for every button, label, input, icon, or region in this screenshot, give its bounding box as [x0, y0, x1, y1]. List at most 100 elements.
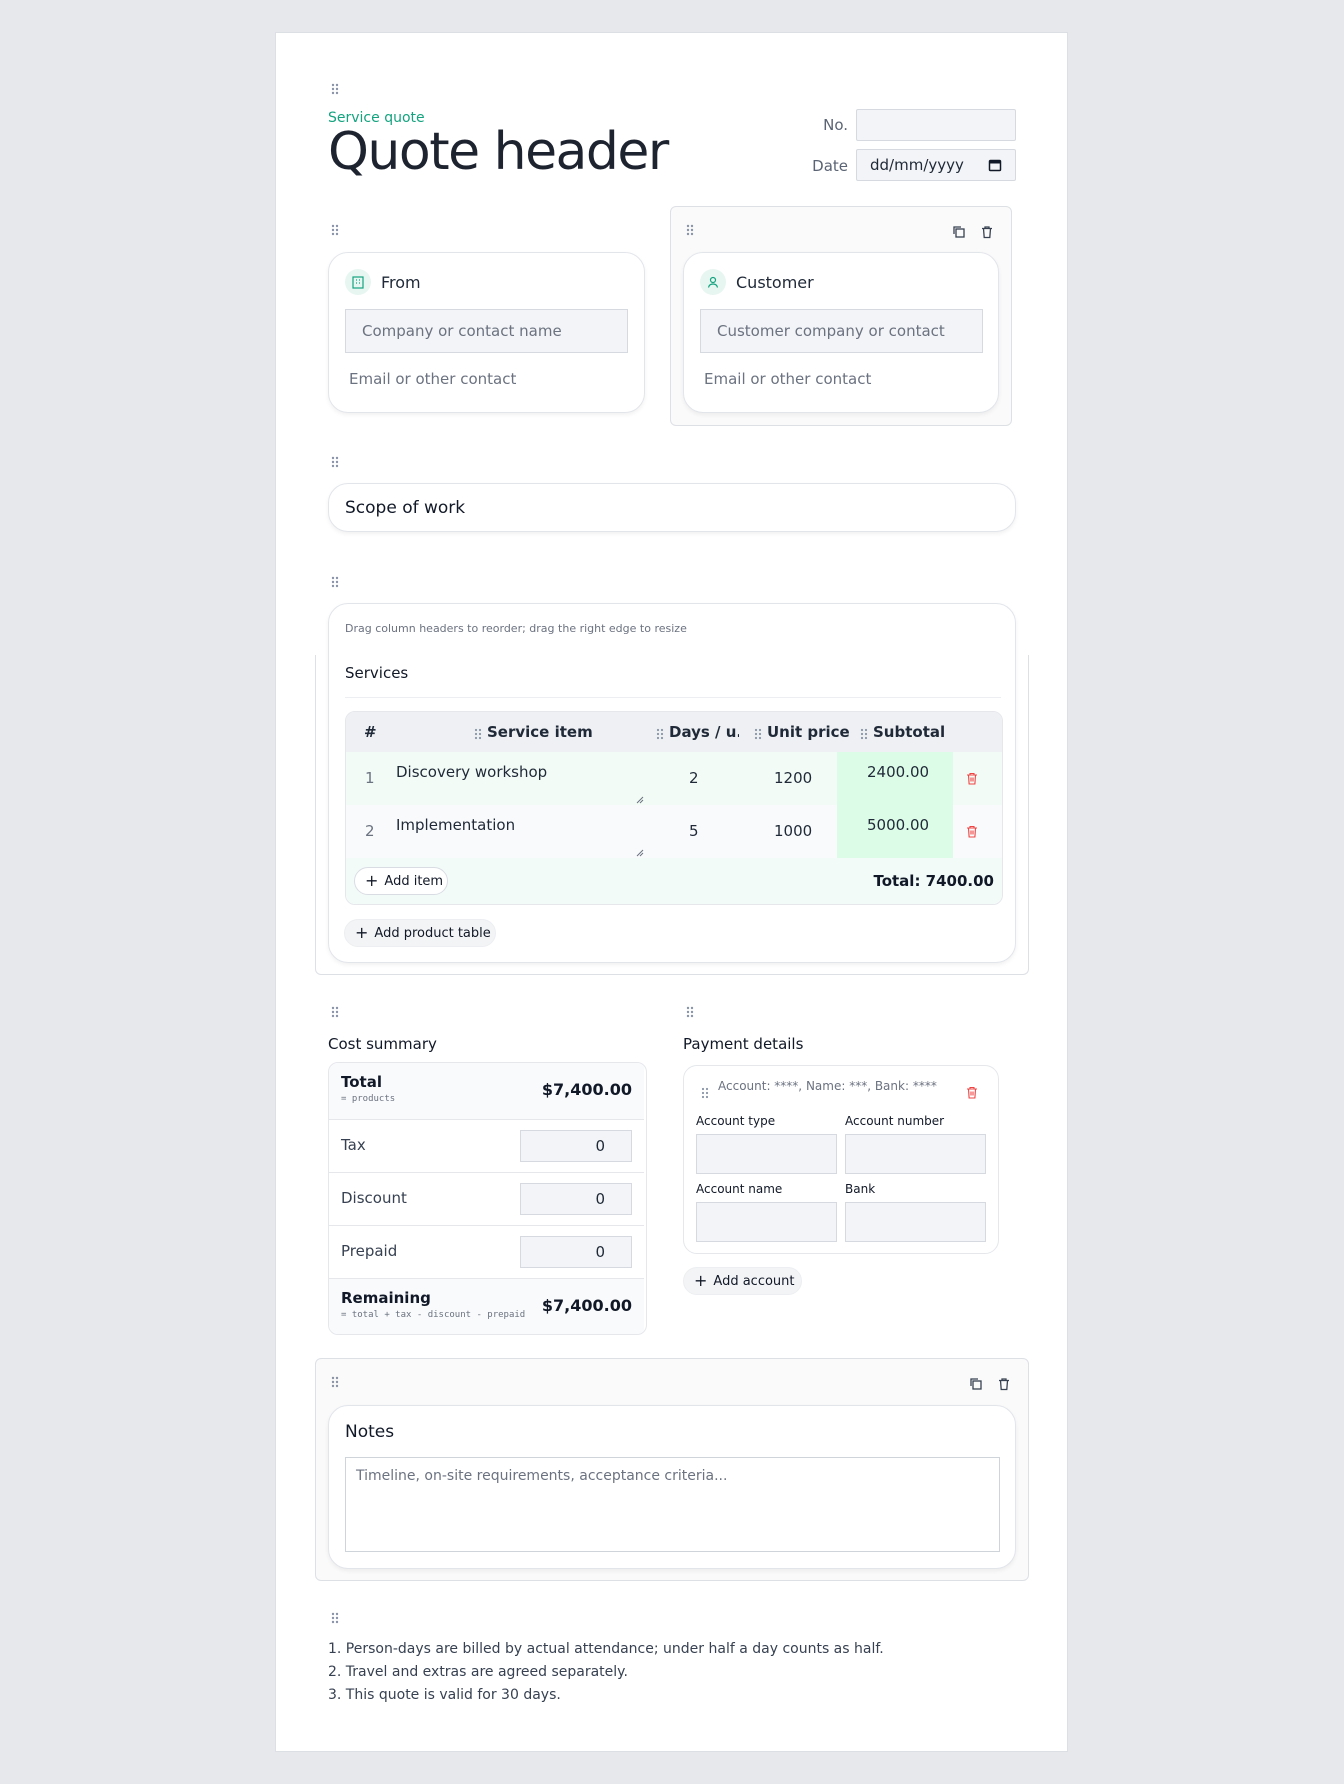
col-header-number[interactable]: #: [364, 723, 377, 741]
drag-handle-icon[interactable]: [686, 224, 696, 238]
bank-input[interactable]: [845, 1202, 986, 1242]
services-table: # Service item Days / u... Unit price Su…: [345, 711, 1003, 905]
terms-item[interactable]: 3. This quote is valid for 30 days.: [328, 1684, 561, 1707]
notes-title: Notes: [345, 1422, 395, 1442]
plus-icon: +: [355, 923, 369, 942]
table-footer: + Add item Total: 7400.00: [346, 858, 1002, 904]
page-title[interactable]: Quote header: [328, 122, 669, 182]
drag-handle-icon[interactable]: [656, 725, 664, 744]
drag-handle-icon[interactable]: [474, 725, 482, 744]
copy-icon[interactable]: [952, 224, 966, 238]
row-number: 2: [365, 822, 375, 840]
drag-handle-icon[interactable]: [331, 224, 341, 238]
row-number: 1: [365, 769, 375, 787]
account-number-label: Account number: [845, 1114, 945, 1128]
days-input[interactable]: 5: [689, 822, 699, 840]
table-row: 2 Implementation 5 1000 5000.00: [346, 805, 1002, 859]
subtotal-value: 5000.00: [867, 816, 930, 834]
summary-tax-row: Tax 0: [329, 1119, 644, 1172]
summary-prepaid-row: Prepaid 0: [329, 1225, 644, 1278]
date-input[interactable]: dd/mm/yyyy: [856, 149, 1016, 181]
drag-handle-icon[interactable]: [686, 1006, 696, 1020]
summary-discount-label: Discount: [341, 1189, 407, 1207]
quote-number-label: No.: [823, 116, 848, 134]
account-number-input[interactable]: [845, 1134, 986, 1174]
divider: [345, 697, 1001, 698]
plus-icon: +: [694, 1271, 708, 1290]
customer-contact-input[interactable]: Email or other contact: [704, 370, 871, 388]
copy-icon[interactable]: [969, 1376, 983, 1390]
discount-input[interactable]: 0: [520, 1183, 632, 1215]
col-header-unit-price[interactable]: Unit price: [767, 723, 850, 741]
payment-account-card: Account: ****, Name: ***, Bank: **** Acc…: [683, 1065, 999, 1254]
building-icon: [345, 269, 371, 295]
notes-textarea[interactable]: Timeline, on-site requirements, acceptan…: [345, 1457, 1000, 1552]
plus-icon: +: [365, 871, 379, 890]
drag-handle-icon[interactable]: [331, 1006, 341, 1020]
services-total: Total: 7400.00: [873, 872, 994, 890]
customer-name-input[interactable]: Customer company or contact: [700, 309, 983, 353]
delete-row-icon[interactable]: [966, 823, 978, 842]
account-type-input[interactable]: [696, 1134, 837, 1174]
account-name-input[interactable]: [696, 1202, 837, 1242]
delete-row-icon[interactable]: [966, 770, 978, 789]
summary-total-formula: = products: [341, 1094, 396, 1104]
add-product-table-label: Add product table: [374, 925, 491, 941]
drag-handle-icon[interactable]: [860, 725, 868, 744]
notes-card: Notes Timeline, on-site requirements, ac…: [328, 1405, 1016, 1569]
summary-remaining-label: Remaining: [341, 1289, 431, 1307]
date-input-value: dd/mm/yyyy: [870, 156, 964, 174]
prepaid-input[interactable]: 0: [520, 1236, 632, 1268]
scope-of-work-title: Scope of work: [345, 498, 466, 518]
delete-account-icon[interactable]: [966, 1084, 978, 1103]
add-item-button[interactable]: + Add item: [354, 867, 448, 895]
unit-price-input[interactable]: 1000: [774, 822, 812, 840]
service-item-input[interactable]: Discovery workshop: [396, 763, 547, 781]
days-input[interactable]: 2: [689, 769, 699, 787]
tax-input[interactable]: 0: [520, 1130, 632, 1162]
add-account-button[interactable]: + Add account: [683, 1267, 802, 1295]
notes-placeholder: Timeline, on-site requirements, acceptan…: [356, 1468, 728, 1484]
from-name-input[interactable]: Company or contact name: [345, 309, 628, 353]
unit-price-input[interactable]: 1200: [774, 769, 812, 787]
summary-total-label: Total: [341, 1073, 382, 1091]
calendar-icon[interactable]: [988, 157, 1002, 176]
add-account-label: Add account: [713, 1273, 795, 1289]
drag-handle-icon[interactable]: [754, 725, 762, 744]
table-row: 1 Discovery workshop 2 1200 2400.00: [346, 752, 1002, 806]
account-name-label: Account name: [696, 1182, 783, 1196]
from-contact-input[interactable]: Email or other contact: [349, 370, 516, 388]
services-title: Services: [345, 664, 409, 682]
service-item-input[interactable]: Implementation: [396, 816, 515, 834]
customer-name-placeholder: Customer company or contact: [717, 322, 945, 340]
terms-item[interactable]: 2. Travel and extras are agreed separate…: [328, 1661, 628, 1684]
account-type-label: Account type: [696, 1114, 776, 1128]
drag-handle-icon[interactable]: [331, 456, 341, 470]
col-header-subtotal[interactable]: Subtotal: [873, 723, 945, 741]
summary-total-row: Total = products $7,400.00: [329, 1063, 644, 1119]
scope-of-work-field[interactable]: Scope of work: [328, 483, 1016, 532]
drag-handle-icon[interactable]: [331, 83, 341, 97]
add-product-table-button[interactable]: + Add product table: [344, 919, 496, 947]
subtotal-cell: 2400.00: [837, 752, 953, 805]
from-name-placeholder: Company or contact name: [362, 322, 562, 340]
summary-prepaid-label: Prepaid: [341, 1242, 398, 1260]
summary-discount-row: Discount 0: [329, 1172, 644, 1225]
account-summary: Account: ****, Name: ***, Bank: ****: [718, 1079, 937, 1093]
summary-total-value: $7,400.00: [541, 1080, 632, 1099]
summary-remaining-value: $7,400.00: [541, 1296, 632, 1315]
trash-icon[interactable]: [980, 224, 994, 239]
col-header-service-item[interactable]: Service item: [487, 723, 593, 741]
terms-item[interactable]: 1. Person-days are billed by actual atte…: [328, 1638, 884, 1661]
from-card: From Company or contact name Email or ot…: [328, 252, 645, 413]
col-header-days[interactable]: Days / u...: [669, 723, 739, 741]
date-label: Date: [812, 157, 848, 175]
drag-handle-icon[interactable]: [331, 576, 341, 590]
drag-handle-icon[interactable]: [701, 1084, 709, 1103]
drag-handle-icon[interactable]: [331, 1612, 341, 1626]
drag-handle-icon[interactable]: [331, 1376, 341, 1390]
quote-number-input[interactable]: [856, 109, 1016, 141]
bank-label: Bank: [845, 1182, 876, 1196]
trash-icon[interactable]: [997, 1376, 1011, 1391]
summary-remaining-row: Remaining = total + tax - discount - pre…: [329, 1278, 644, 1334]
